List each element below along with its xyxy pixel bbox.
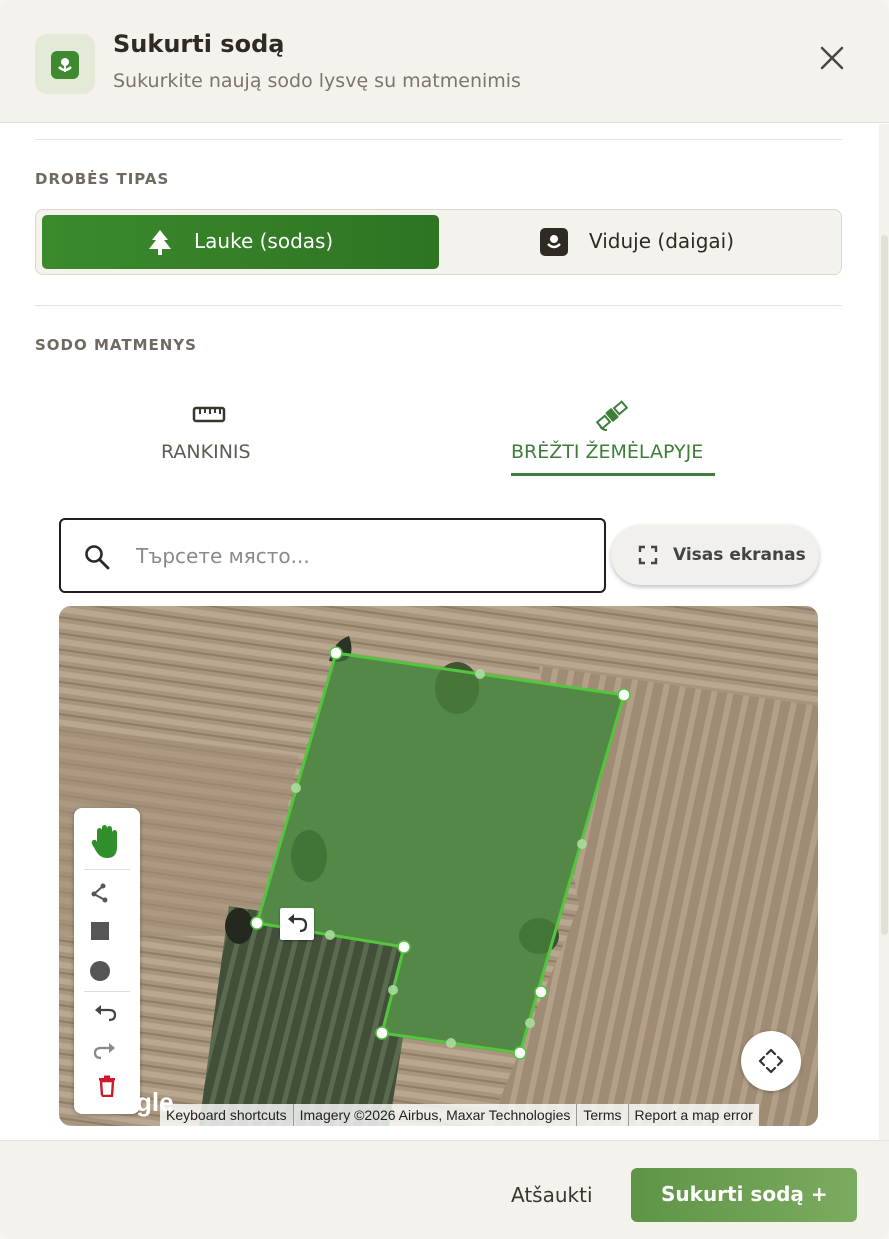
option-outdoor-label: Lauke (sodas) (194, 229, 334, 253)
create-garden-dialog: Sukurti sodą Sukurkite naują sodo lysvę … (0, 0, 889, 1239)
option-indoor[interactable]: Viduje (daigai) (440, 215, 837, 269)
circle-icon[interactable] (89, 960, 111, 982)
hand-icon[interactable] (90, 824, 124, 860)
keyboard-shortcuts-link[interactable]: Keyboard shortcuts (160, 1104, 294, 1126)
drawing-toolbar (74, 808, 140, 1114)
create-garden-label: Sukurti sodą + (661, 1182, 828, 1206)
terms-link[interactable]: Terms (577, 1104, 629, 1126)
divider (35, 139, 842, 140)
close-icon[interactable] (816, 42, 848, 74)
map-attribution: Keyboard shortcuts Imagery ©2026 Airbus,… (160, 1104, 759, 1126)
map-imagery (59, 606, 818, 1126)
dialog-footer: Atšaukti Sukurti sodą + (0, 1140, 889, 1239)
redo-icon[interactable] (92, 1041, 118, 1061)
rectangle-icon[interactable] (90, 921, 110, 941)
polyline-icon[interactable] (90, 882, 112, 904)
fullscreen-icon (638, 545, 658, 565)
report-map-error-link[interactable]: Report a map error (629, 1104, 759, 1126)
tab-manual-label: RANKINIS (161, 441, 251, 463)
sprout-icon (540, 228, 568, 256)
dialog-subtitle: Sukurkite naują sodo lysvę su matmenimis (113, 70, 521, 92)
active-tab-indicator (511, 473, 715, 476)
satellite-icon (595, 400, 629, 431)
canvas-type-toggle: Lauke (sodas) Viduje (daigai) (35, 209, 842, 275)
imagery-credit: Imagery ©2026 Airbus, Maxar Technologies (294, 1104, 578, 1126)
tree-icon (149, 230, 171, 255)
satellite-map[interactable] (59, 606, 818, 1126)
undo-icon[interactable] (92, 1003, 118, 1023)
place-search-input[interactable]: Търсете място... (59, 518, 606, 593)
cancel-button[interactable]: Atšaukti (511, 1183, 593, 1207)
search-icon (85, 545, 110, 570)
recenter-icon (758, 1048, 784, 1074)
create-garden-button[interactable]: Sukurti sodą + (631, 1168, 857, 1222)
dimensions-label: SODO MATMENYS (35, 336, 197, 354)
tab-draw-map-label: BRĖŽTI ŽEMĖLAPYJE (511, 441, 704, 463)
vertex-undo-chip[interactable] (280, 908, 314, 940)
canvas-type-label: DROBĖS TIPAS (35, 170, 170, 188)
option-outdoor[interactable]: Lauke (sodas) (42, 215, 439, 269)
recenter-button[interactable] (741, 1031, 801, 1091)
divider (35, 305, 842, 306)
dialog-header: Sukurti sodą Sukurkite naują sodo lysvę … (0, 0, 889, 123)
search-placeholder: Търсете място... (136, 544, 310, 568)
undo-icon (288, 914, 308, 933)
fullscreen-button[interactable]: Visas ekranas (611, 525, 819, 585)
dialog-title: Sukurti sodą (113, 30, 285, 58)
scrollbar-thumb[interactable] (881, 235, 888, 935)
ruler-icon (192, 406, 226, 423)
option-indoor-label: Viduje (daigai) (589, 229, 735, 253)
fullscreen-label: Visas ekranas (673, 545, 806, 565)
sprout-icon (35, 34, 95, 94)
